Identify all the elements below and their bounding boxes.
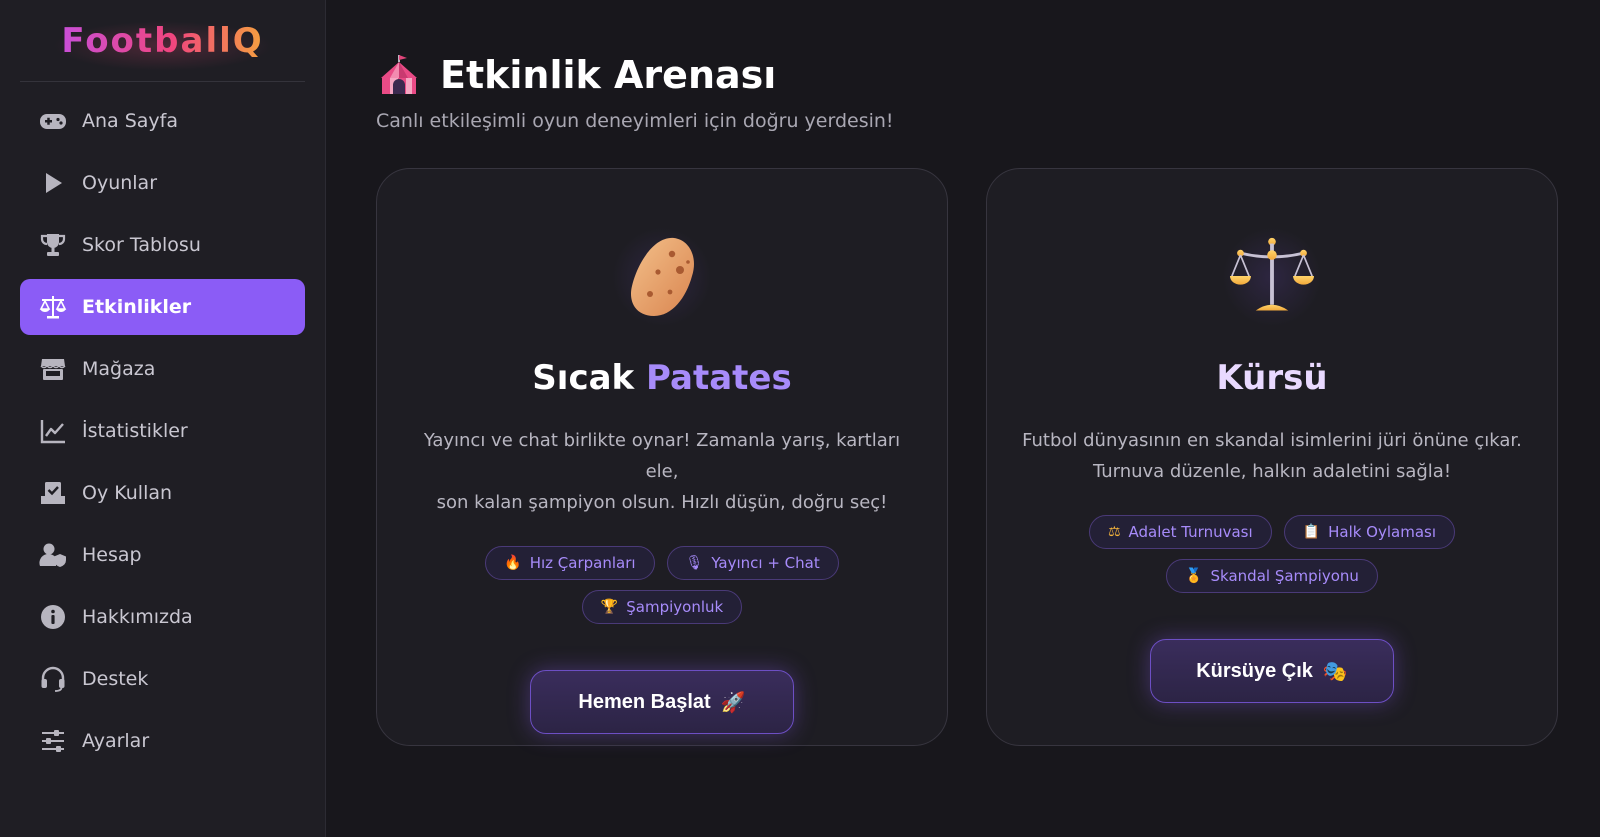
sidebar-item-label: Skor Tablosu <box>82 234 201 256</box>
info-icon <box>38 602 68 632</box>
app-logo[interactable]: FootballQ <box>61 21 263 61</box>
event-card-kursu: Kürsü Futbol dünyasının en skandal isiml… <box>986 168 1558 746</box>
trophy-icon: 🏆 <box>600 599 619 615</box>
sidebar-item-istatistikler[interactable]: İstatistikler <box>20 403 305 459</box>
card-description: Yayıncı ve chat birlikte oynar! Zamanla … <box>412 425 912 518</box>
sidebar-item-ayarlar[interactable]: Ayarlar <box>20 713 305 769</box>
kursuye-cik-button-label: Kürsüye Çık <box>1196 659 1313 682</box>
sidebar-item-label: Destek <box>82 668 149 690</box>
sidebar-item-label: Etkinlikler <box>82 296 192 318</box>
logo-area: FootballQ <box>20 0 305 82</box>
card-description: Futbol dünyasının en skandal isimlerini … <box>1022 425 1522 487</box>
user-shield-icon <box>38 540 68 570</box>
circus-tent-icon <box>376 52 422 98</box>
tag-label: Adalet Turnuvası <box>1128 523 1253 541</box>
page-header: Etkinlik Arenası <box>376 52 1558 98</box>
tag-halk-oylamasi: 📋 Halk Oylaması <box>1283 515 1456 549</box>
kursuye-cik-button[interactable]: Kürsüye Çık 🎭 <box>1150 639 1394 703</box>
card-title: Kürsü <box>1216 358 1328 398</box>
tag-label: Skandal Şampiyonu <box>1210 567 1359 585</box>
rocket-icon: 🚀 <box>720 691 746 714</box>
potato-icon <box>612 227 712 327</box>
tag-skandal-sampiyonu: 🏅 Skandal Şampiyonu <box>1166 559 1378 593</box>
sidebar: FootballQ Ana Sayfa Oyunlar Skor Tablosu <box>0 0 326 837</box>
tag-label: Yayıncı + Chat <box>711 554 820 572</box>
event-card-sicak-patates: Sıcak Patates Yayıncı ve chat birlikte o… <box>376 168 948 746</box>
sidebar-item-label: Hesap <box>82 544 142 566</box>
gamepad-icon <box>38 106 68 136</box>
sidebar-nav: Ana Sayfa Oyunlar Skor Tablosu Etkinlikl… <box>20 82 305 769</box>
sidebar-item-label: Oyunlar <box>82 172 158 194</box>
store-icon <box>38 354 68 384</box>
card-tags: 🔥 Hız Çarpanları 🎙 Yayıncı + Chat 🏆 Şamp… <box>462 546 862 624</box>
chart-line-icon <box>38 416 68 446</box>
sidebar-item-hakkimizda[interactable]: Hakkımızda <box>20 589 305 645</box>
microphone-icon: 🎙 <box>685 555 704 571</box>
card-description-line: Turnuva düzenle, halkın adaletini sağla! <box>1092 461 1452 482</box>
tag-hiz-carpanlari: 🔥 Hız Çarpanları <box>485 546 655 580</box>
app-root: FootballQ Ana Sayfa Oyunlar Skor Tablosu <box>0 0 1600 837</box>
headset-icon <box>38 664 68 694</box>
page-title: Etkinlik Arenası <box>440 53 777 97</box>
sidebar-item-label: Hakkımızda <box>82 606 193 628</box>
sidebar-item-skor-tablosu[interactable]: Skor Tablosu <box>20 217 305 273</box>
sidebar-item-label: Mağaza <box>82 358 156 380</box>
card-description-line: Futbol dünyasının en skandal isimlerini … <box>1022 430 1522 451</box>
clipboard-icon: 📋 <box>1302 524 1321 540</box>
main-content: Etkinlik Arenası Canlı etkileşimli oyun … <box>326 0 1600 837</box>
theater-masks-icon: 🎭 <box>1322 660 1348 683</box>
sidebar-item-label: Oy Kullan <box>82 482 173 504</box>
vote-box-icon <box>38 478 68 508</box>
tag-sampiyonluk: 🏆 Şampiyonluk <box>581 590 743 624</box>
card-description-line: son kalan şampiyon olsun. Hızlı düşün, d… <box>436 492 888 513</box>
tag-label: Şampiyonluk <box>626 598 724 616</box>
fire-icon: 🔥 <box>504 555 522 571</box>
sidebar-item-label: Ayarlar <box>82 730 150 752</box>
page-subtitle: Canlı etkileşimli oyun deneyimleri için … <box>376 110 894 132</box>
scale-icon: ⚖ <box>1107 524 1121 540</box>
sidebar-item-label: Ana Sayfa <box>82 110 179 132</box>
sidebar-item-label: İstatistikler <box>82 420 188 442</box>
card-description-line: Yayıncı ve chat birlikte oynar! Zamanla … <box>423 430 901 482</box>
balance-scale-icon <box>1222 227 1322 327</box>
trophy-icon <box>38 230 68 260</box>
start-button-label: Hemen Başlat <box>578 690 711 713</box>
sidebar-item-ana-sayfa[interactable]: Ana Sayfa <box>20 93 305 149</box>
card-title-part1: Sıcak <box>532 358 635 398</box>
start-button[interactable]: Hemen Başlat 🚀 <box>530 670 794 734</box>
sliders-icon <box>38 726 68 756</box>
scale-icon <box>38 292 68 322</box>
medal-icon: 🏅 <box>1185 568 1203 584</box>
tag-yayinci-chat: 🎙 Yayıncı + Chat <box>666 546 839 580</box>
event-cards: Sıcak Patates Yayıncı ve chat birlikte o… <box>376 168 1558 746</box>
tag-adalet-turnuvasi: ⚖ Adalet Turnuvası <box>1088 515 1272 549</box>
card-tags: ⚖ Adalet Turnuvası 📋 Halk Oylaması 🏅 Ska… <box>1072 515 1472 593</box>
card-title-part2: Patates <box>646 358 792 398</box>
sidebar-item-magaza[interactable]: Mağaza <box>20 341 305 397</box>
sidebar-item-oyunlar[interactable]: Oyunlar <box>20 155 305 211</box>
sidebar-item-destek[interactable]: Destek <box>20 651 305 707</box>
sidebar-item-hesap[interactable]: Hesap <box>20 527 305 583</box>
play-icon <box>38 168 68 198</box>
sidebar-item-etkinlikler[interactable]: Etkinlikler <box>20 279 305 335</box>
card-title: Sıcak Patates <box>532 355 791 401</box>
sidebar-item-oy-kullan[interactable]: Oy Kullan <box>20 465 305 521</box>
tag-label: Halk Oylaması <box>1328 523 1437 541</box>
tag-label: Hız Çarpanları <box>529 554 636 572</box>
